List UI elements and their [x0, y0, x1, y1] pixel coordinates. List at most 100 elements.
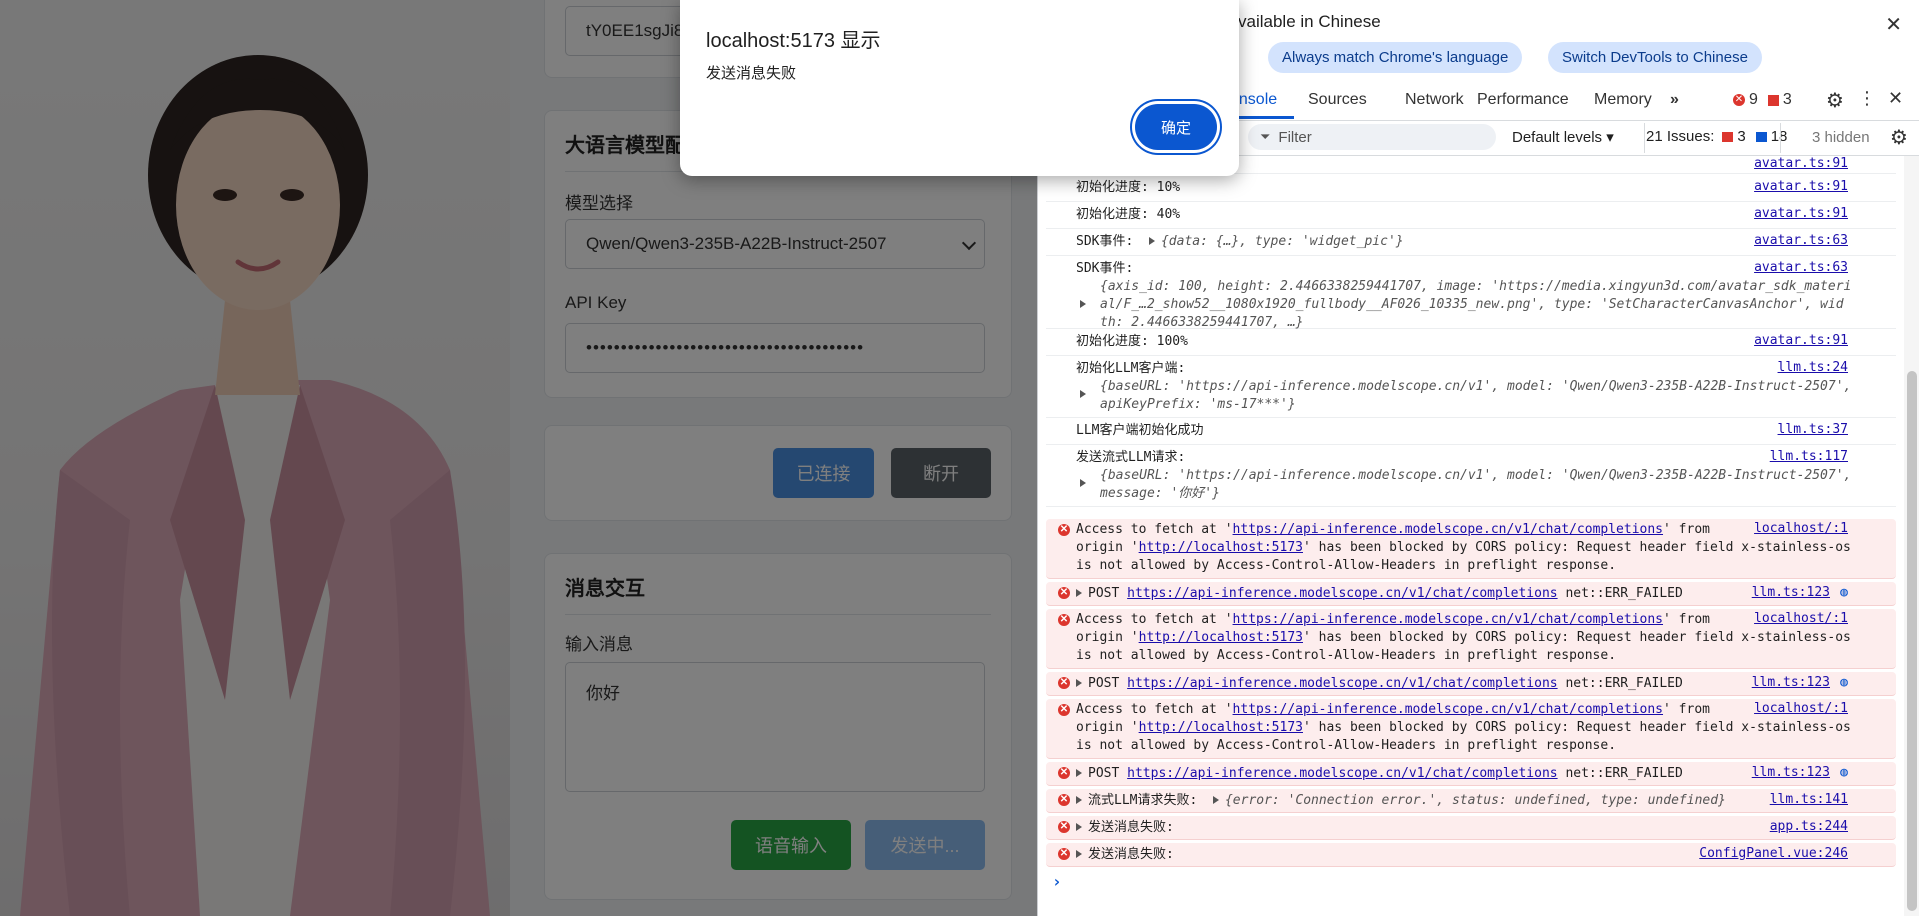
- switch-devtools-button[interactable]: Switch DevTools to Chinese: [1548, 42, 1762, 73]
- divider: [1780, 123, 1781, 153]
- warning-count: 3: [1782, 91, 1792, 108]
- tab-network[interactable]: Network: [1405, 91, 1464, 109]
- network-icon[interactable]: ◍: [1840, 765, 1848, 780]
- gear-icon[interactable]: ⚙: [1826, 88, 1844, 113]
- network-icon[interactable]: ◍: [1840, 675, 1848, 690]
- log-source[interactable]: llm.ts:24: [1778, 360, 1848, 375]
- console-log: avatar.ts:91 初始化进度: 10% avatar.ts:91 初始化…: [1038, 156, 1904, 916]
- error-icon: ✕: [1058, 587, 1070, 599]
- log-source[interactable]: llm.ts:117: [1770, 449, 1848, 464]
- error-line: POST https://api-inference.modelscope.cn…: [1076, 585, 1683, 603]
- error-link[interactable]: https://api-inference.modelscope.cn/v1/c…: [1127, 676, 1557, 691]
- log-message: 初始化进度: 100%: [1076, 334, 1188, 349]
- console-prompt-icon[interactable]: ›: [1052, 872, 1062, 891]
- log-object: {baseURL: 'https://api-inference.modelsc…: [1100, 379, 1852, 394]
- error-text: net::ERR_FAILED: [1565, 766, 1683, 781]
- log-source[interactable]: app.ts:244: [1770, 819, 1848, 834]
- log-source[interactable]: avatar.ts:63: [1754, 233, 1848, 248]
- error-row: ✕ POST https://api-inference.modelscope.…: [1046, 762, 1896, 786]
- tab-sources[interactable]: Sources: [1308, 91, 1367, 109]
- error-text: Access to fetch at ': [1076, 522, 1233, 537]
- log-object: {axis_id: 100, height: 2.446633825944170…: [1100, 279, 1852, 294]
- dialog-ok-button[interactable]: 确定: [1135, 104, 1217, 150]
- error-line: Access to fetch at 'https://api-inferenc…: [1076, 701, 1710, 719]
- log-source[interactable]: llm.ts:141: [1770, 792, 1848, 807]
- log-source[interactable]: llm.ts:123: [1752, 585, 1830, 600]
- expand-triangle-icon[interactable]: [1080, 296, 1092, 314]
- log-source[interactable]: avatar.ts:91: [1754, 179, 1848, 194]
- expand-triangle-icon[interactable]: [1076, 850, 1082, 858]
- hidden-count: 3 hidden: [1812, 129, 1870, 146]
- tab-memory[interactable]: Memory: [1594, 91, 1652, 109]
- error-icon: ✕: [1058, 677, 1070, 689]
- origin-link[interactable]: http://localhost:5173: [1139, 540, 1303, 555]
- log-row: 初始化LLM客户端: llm.ts:24 {baseURL: 'https://…: [1046, 356, 1896, 418]
- expand-triangle-icon[interactable]: [1148, 237, 1155, 245]
- error-link[interactable]: https://api-inference.modelscope.cn/v1/c…: [1233, 612, 1663, 627]
- error-text: POST: [1088, 676, 1120, 691]
- error-link[interactable]: https://api-inference.modelscope.cn/v1/c…: [1127, 586, 1557, 601]
- error-icon: ✕: [1058, 767, 1070, 779]
- error-line: 发送消息失败:: [1076, 846, 1174, 864]
- expand-triangle-icon[interactable]: [1080, 386, 1092, 404]
- log-row: 发送流式LLM请求: llm.ts:117 {baseURL: 'https:/…: [1046, 445, 1896, 507]
- console-scrollbar[interactable]: [1904, 156, 1919, 916]
- error-icon: ✕: [1058, 821, 1070, 833]
- network-icon[interactable]: ◍: [1840, 585, 1848, 600]
- error-link[interactable]: https://api-inference.modelscope.cn/v1/c…: [1233, 702, 1663, 717]
- log-source[interactable]: llm.ts:123: [1752, 765, 1830, 780]
- log-source[interactable]: avatar.ts:63: [1754, 260, 1848, 275]
- log-source[interactable]: localhost/:1: [1754, 521, 1848, 536]
- log-source[interactable]: localhost/:1: [1754, 701, 1848, 716]
- error-text: POST: [1088, 766, 1120, 781]
- filter-input[interactable]: ⏷ Filter: [1248, 124, 1496, 150]
- error-text: Access to fetch at ': [1076, 612, 1233, 627]
- expand-triangle-icon[interactable]: [1076, 796, 1082, 804]
- error-line: POST https://api-inference.modelscope.cn…: [1076, 765, 1683, 783]
- log-source[interactable]: avatar.ts:91: [1754, 333, 1848, 348]
- log-row: 初始化进度: 100% avatar.ts:91: [1046, 329, 1896, 356]
- close-icon[interactable]: ✕: [1885, 12, 1902, 37]
- log-source[interactable]: avatar.ts:91: [1754, 206, 1848, 221]
- error-row: ✕ 发送消息失败: ConfigPanel.vue:246: [1046, 843, 1896, 867]
- error-icon: ✕: [1733, 94, 1745, 106]
- kebab-menu-icon[interactable]: ⋮: [1858, 88, 1876, 109]
- error-icon: ✕: [1058, 524, 1070, 536]
- dialog-message: 发送消息失败: [706, 65, 797, 82]
- error-text: net::ERR_FAILED: [1565, 676, 1683, 691]
- close-devtools-icon[interactable]: ✕: [1888, 88, 1903, 109]
- tab-performance[interactable]: Performance: [1477, 91, 1569, 109]
- always-match-button[interactable]: Always match Chrome's language: [1268, 42, 1523, 73]
- console-settings-icon[interactable]: ⚙: [1890, 125, 1908, 150]
- expand-triangle-icon[interactable]: [1076, 769, 1082, 777]
- log-source[interactable]: llm.ts:123: [1752, 675, 1830, 690]
- more-tabs-icon[interactable]: »: [1670, 91, 1679, 109]
- error-line: Access to fetch at 'https://api-inferenc…: [1076, 611, 1710, 629]
- log-object: {error: 'Connection error.', status: und…: [1224, 793, 1726, 808]
- error-text: 流式LLM请求失败:: [1088, 793, 1198, 808]
- error-link[interactable]: https://api-inference.modelscope.cn/v1/c…: [1127, 766, 1557, 781]
- error-text: ' from: [1663, 702, 1710, 717]
- expand-triangle-icon[interactable]: [1080, 475, 1092, 493]
- expand-triangle-icon[interactable]: [1076, 589, 1082, 597]
- log-source[interactable]: llm.ts:37: [1778, 422, 1848, 437]
- issues-label: 21 Issues:: [1646, 128, 1715, 145]
- expand-triangle-icon[interactable]: [1212, 796, 1219, 804]
- filter-placeholder: Filter: [1278, 128, 1312, 146]
- alert-dialog: localhost:5173 显示 发送消息失败 确定: [680, 0, 1239, 176]
- expand-triangle-icon[interactable]: [1076, 823, 1082, 831]
- origin-link[interactable]: http://localhost:5173: [1139, 630, 1303, 645]
- scrollbar-thumb[interactable]: [1907, 371, 1917, 911]
- divider: [1644, 123, 1645, 153]
- log-source[interactable]: localhost/:1: [1754, 611, 1848, 626]
- origin-link[interactable]: http://localhost:5173: [1139, 720, 1303, 735]
- issues-counter[interactable]: 21 Issues: 3 18: [1646, 128, 1787, 145]
- error-counter[interactable]: ✕ 9 3: [1733, 91, 1792, 109]
- log-source[interactable]: ConfigPanel.vue:246: [1699, 846, 1848, 861]
- error-icon: ✕: [1058, 614, 1070, 626]
- error-link[interactable]: https://api-inference.modelscope.cn/v1/c…: [1233, 522, 1663, 537]
- error-text: POST: [1088, 586, 1120, 601]
- expand-triangle-icon[interactable]: [1076, 679, 1082, 687]
- log-source[interactable]: avatar.ts:91: [1754, 156, 1848, 171]
- default-levels-dropdown[interactable]: Default levels ▾: [1512, 128, 1614, 146]
